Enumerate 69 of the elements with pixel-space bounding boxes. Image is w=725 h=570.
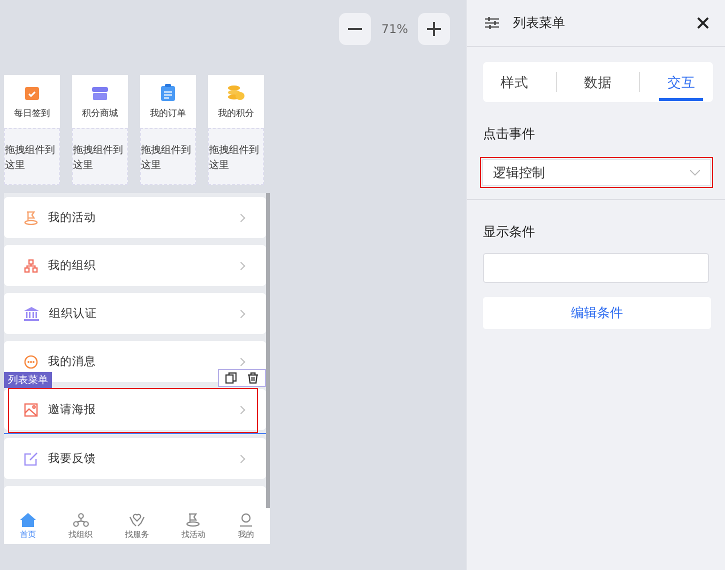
menu-item[interactable]: 我要反馈: [4, 438, 266, 479]
drop-hint: 拖拽组件到这里: [73, 145, 123, 171]
click-event-select[interactable]: 逻辑控制: [482, 159, 711, 186]
tab-bar-label: 我的: [238, 528, 254, 540]
menu-item[interactable]: 我的组织: [4, 245, 266, 286]
zoom-level: 71%: [381, 22, 408, 36]
hands-heart-icon: [128, 512, 145, 526]
menu-item[interactable]: 我的活动: [4, 197, 266, 238]
component-tag: 列表菜单: [4, 372, 52, 388]
settings-sliders-icon: [485, 17, 499, 29]
plus-icon: [427, 22, 441, 36]
menu-item-label: 我的活动: [48, 210, 97, 225]
tab-bar-label: 找服务: [124, 528, 149, 540]
chevron-down-icon: [690, 170, 700, 176]
shortcut-card[interactable]: 我的订单: [140, 75, 196, 128]
calendar-check-icon: [24, 85, 40, 101]
trash-icon[interactable]: [247, 372, 259, 384]
org-chart-icon: [72, 512, 89, 526]
bank-icon: [24, 306, 39, 320]
coins-icon: [227, 85, 245, 101]
copy-icon[interactable]: [225, 372, 237, 384]
click-event-label: 点击事件: [483, 126, 536, 143]
flag-icon: [185, 512, 202, 526]
shortcut-label: 我的订单: [150, 108, 186, 120]
person-icon: [238, 512, 254, 526]
panel-title: 列表菜单: [513, 15, 566, 32]
display-condition-label: 显示条件: [483, 224, 536, 241]
shortcut-card[interactable]: 我的积分: [208, 75, 264, 128]
shortcut-label: 每日签到: [14, 108, 50, 120]
zoom-out-button[interactable]: [339, 13, 372, 45]
menu-item-label: 我的消息: [48, 354, 97, 369]
chat-bubble-icon: [24, 354, 38, 368]
org-chart-icon: [24, 258, 38, 272]
close-icon: [697, 17, 709, 29]
poster-icon: [24, 402, 38, 416]
menu-item-label: 组织认证: [49, 306, 98, 321]
drop-hint: 拖拽组件到这里: [141, 145, 191, 171]
drop-hint: 拖拽组件到这里: [5, 145, 55, 171]
menu-item-label: 我的组织: [48, 258, 97, 273]
condition-input-field[interactable]: [483, 253, 709, 283]
shortcut-label: 积分商城: [82, 108, 118, 120]
menu-item[interactable]: 组织认证: [4, 293, 266, 334]
clipboard-icon: [161, 84, 175, 101]
tab-bar-item[interactable]: 首页: [20, 512, 36, 540]
menu-item-label: 邀请海报: [48, 402, 97, 417]
panel-tab[interactable]: 交互: [659, 64, 704, 100]
edit-icon: [24, 452, 38, 466]
panel-tab[interactable]: 样式: [492, 64, 537, 100]
tab-bar-label: 找活动: [181, 528, 206, 540]
drop-hint: 拖拽组件到这里: [209, 145, 259, 171]
store-icon: [91, 87, 109, 101]
menu-item-label: 我要反馈: [48, 451, 97, 466]
flag-icon: [24, 210, 38, 224]
tab-bar-item[interactable]: 我的: [238, 512, 254, 540]
edit-condition-button[interactable]: 编辑条件: [483, 297, 711, 329]
menu-item[interactable]: 邀请海报: [4, 389, 266, 430]
panel-tab[interactable]: 数据: [576, 64, 620, 100]
tab-bar-label: 找组织: [68, 528, 93, 540]
shortcut-card[interactable]: 每日签到: [4, 75, 60, 128]
shortcut-card[interactable]: 积分商城: [72, 75, 128, 128]
tab-bar-item[interactable]: 找活动: [181, 512, 206, 540]
tab-bar-label: 首页: [20, 528, 36, 540]
tab-bar-item[interactable]: 找组织: [68, 512, 93, 540]
tab-bar-item[interactable]: 找服务: [124, 512, 149, 540]
zoom-in-button[interactable]: [418, 13, 450, 45]
close-button[interactable]: [697, 17, 709, 29]
shortcut-label: 我的积分: [218, 108, 254, 120]
home-icon: [20, 512, 36, 526]
minus-icon: [348, 28, 362, 30]
